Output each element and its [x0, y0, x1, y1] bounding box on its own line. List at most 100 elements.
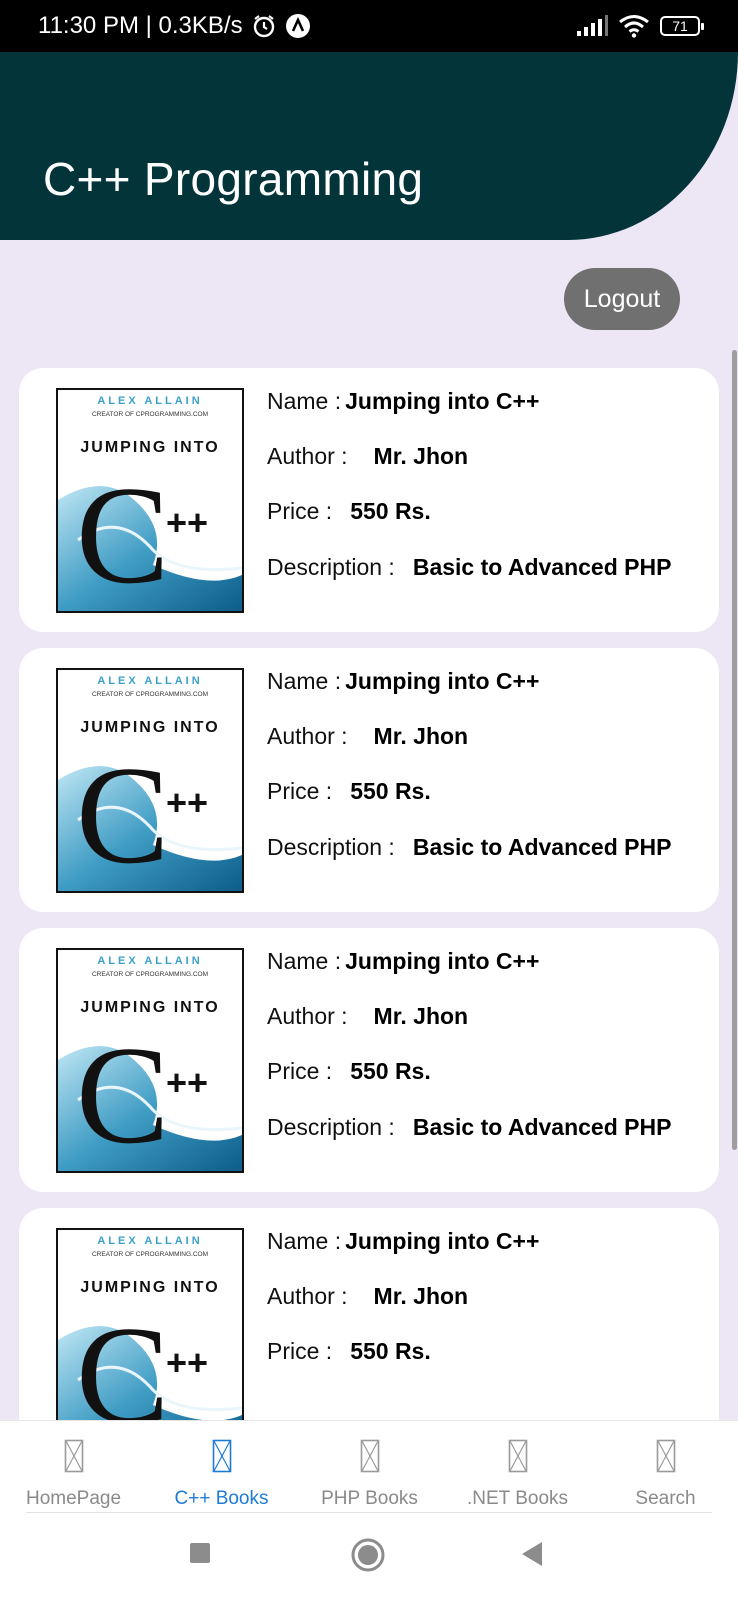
nav-item-search[interactable]: Search [592, 1421, 738, 1513]
cover-big-c: C [76, 738, 169, 891]
book-card[interactable]: ALEX ALLAIN CREATOR OF CPROGRAMMING.COM JU… [19, 1208, 719, 1420]
book-author-row: Author : Mr. Jhon [267, 1283, 468, 1310]
cover-plus: ++ [166, 1342, 208, 1383]
cover-plus: ++ [166, 502, 208, 543]
book-name-row: Name : Jumping into C++ [267, 668, 539, 695]
book-name-row: Name : Jumping into C++ [267, 948, 539, 975]
home-icon[interactable] [350, 1537, 386, 1578]
book-author-row: Author : Mr. Jhon [267, 723, 468, 750]
book-name-row: Name : Jumping into C++ [267, 388, 539, 415]
battery-icon: 71 [660, 16, 704, 36]
cover-big-c: C [76, 1018, 169, 1171]
cover-author: ALEX ALLAIN [97, 955, 202, 967]
page-title: C++ Programming [43, 153, 424, 205]
book-description-label: Description : [267, 1114, 395, 1140]
book-author-row: Author : Mr. Jhon [267, 443, 468, 470]
book-cover-image: ALEX ALLAIN CREATOR OF CPROGRAMMING.COM JU… [56, 948, 244, 1173]
book-cover-image: ALEX ALLAIN CREATOR OF CPROGRAMMING.COM JU… [56, 1228, 244, 1420]
app-notification-icon [285, 13, 311, 39]
book-description-value: Basic to Advanced PHP [412, 554, 672, 580]
broken-image-icon [360, 1439, 380, 1478]
battery-level: 71 [672, 18, 688, 34]
book-price-label: Price : [267, 1058, 333, 1084]
book-description-label: Description : [267, 554, 395, 580]
cover-author: ALEX ALLAIN [97, 395, 202, 407]
book-card[interactable]: ALEX ALLAIN CREATOR OF CPROGRAMMING.COM JU… [19, 928, 719, 1192]
book-cover-image: ALEX ALLAIN CREATOR OF CPROGRAMMING.COM JU… [56, 668, 244, 893]
book-price-value: 550 Rs. [350, 1338, 431, 1364]
book-author-row: Author : Mr. Jhon [267, 1003, 468, 1030]
nav-label: .NET Books [466, 1488, 569, 1509]
system-nav-bar [0, 1513, 738, 1600]
nav-label: PHP Books [321, 1488, 418, 1509]
book-price-value: 550 Rs. [350, 1058, 431, 1084]
book-name-label: Name : [267, 388, 342, 414]
cover-author: ALEX ALLAIN [97, 1235, 202, 1247]
book-card[interactable]: ALEX ALLAIN CREATOR OF CPROGRAMMING.COM JU… [19, 368, 719, 632]
cover-big-c: C [76, 1298, 169, 1420]
book-author-value: Mr. Jhon [373, 723, 469, 749]
book-name-value: Jumping into C++ [345, 668, 540, 694]
book-description-value: Basic to Advanced PHP [412, 1114, 672, 1140]
alarm-icon [251, 13, 277, 39]
book-name-value: Jumping into C++ [345, 1228, 540, 1254]
book-price-row: Price : 550 Rs. [267, 778, 431, 805]
book-name-value: Jumping into C++ [345, 388, 540, 414]
scrollbar[interactable] [732, 350, 737, 1150]
app-header: C++ Programming [0, 52, 738, 240]
cover-tagline: CREATOR OF CPROGRAMMING.COM [92, 411, 208, 418]
status-time: 11:30 PM | 0.3KB/s [38, 12, 243, 39]
book-card[interactable]: ALEX ALLAIN CREATOR OF CPROGRAMMING.COM JU… [19, 648, 719, 912]
bottom-nav: HomePage C++ Books PHP Books .NET Books Sear… [0, 1420, 738, 1513]
nav-item-php-books[interactable]: PHP Books [296, 1421, 443, 1513]
broken-image-icon [508, 1439, 528, 1478]
book-author-value: Mr. Jhon [373, 1283, 469, 1309]
book-cover-image: ALEX ALLAIN CREATOR OF CPROGRAMMING.COM JU… [56, 388, 244, 613]
cover-title: JUMPING INTO [80, 439, 219, 456]
book-description-row: Description : Basic to Advanced PHP [267, 834, 671, 861]
book-price-row: Price : 550 Rs. [267, 498, 431, 525]
book-price-row: Price : 550 Rs. [267, 1338, 431, 1365]
book-description-row: Description : Basic to Advanced PHP [267, 554, 671, 581]
book-name-value: Jumping into C++ [345, 948, 540, 974]
back-icon[interactable] [520, 1541, 544, 1572]
book-description-label: Description : [267, 834, 395, 860]
book-author-value: Mr. Jhon [373, 443, 469, 469]
cover-title: JUMPING INTO [80, 999, 219, 1016]
cover-title: JUMPING INTO [80, 1279, 219, 1296]
nav-label: HomePage [25, 1488, 122, 1509]
book-price-label: Price : [267, 498, 333, 524]
nav-item-net-books[interactable]: .NET Books [444, 1421, 591, 1513]
cover-big-c: C [76, 458, 169, 611]
book-price-row: Price : 550 Rs. [267, 1058, 431, 1085]
book-price-value: 550 Rs. [350, 778, 431, 804]
book-list[interactable]: ALEX ALLAIN CREATOR OF CPROGRAMMING.COM JU… [19, 368, 719, 1420]
book-author-label: Author : [267, 1003, 348, 1029]
wifi-icon [618, 14, 650, 38]
cover-tagline: CREATOR OF CPROGRAMMING.COM [92, 971, 208, 978]
cover-tagline: CREATOR OF CPROGRAMMING.COM [92, 1251, 208, 1258]
book-author-label: Author : [267, 723, 348, 749]
broken-image-icon [212, 1439, 232, 1478]
broken-image-icon [64, 1439, 84, 1478]
book-name-label: Name : [267, 668, 342, 694]
book-price-value: 550 Rs. [350, 498, 431, 524]
status-bar: 11:30 PM | 0.3KB/s 71 [0, 0, 738, 52]
broken-image-icon [656, 1439, 676, 1478]
recent-apps-icon[interactable] [188, 1541, 212, 1570]
book-name-label: Name : [267, 1228, 342, 1254]
book-author-value: Mr. Jhon [373, 1003, 469, 1029]
nav-item-c-books[interactable]: C++ Books [148, 1421, 295, 1513]
nav-label: C++ Books [174, 1488, 269, 1509]
logout-button[interactable]: Logout [564, 268, 680, 330]
book-description-value: Basic to Advanced PHP [412, 834, 672, 860]
cover-title: JUMPING INTO [80, 719, 219, 736]
book-price-label: Price : [267, 1338, 333, 1364]
cover-plus: ++ [166, 1062, 208, 1103]
book-author-label: Author : [267, 443, 348, 469]
nav-item-homepage[interactable]: HomePage [0, 1421, 147, 1513]
book-author-label: Author : [267, 1283, 348, 1309]
book-name-label: Name : [267, 948, 342, 974]
cover-tagline: CREATOR OF CPROGRAMMING.COM [92, 691, 208, 698]
status-right: 71 [576, 14, 704, 38]
